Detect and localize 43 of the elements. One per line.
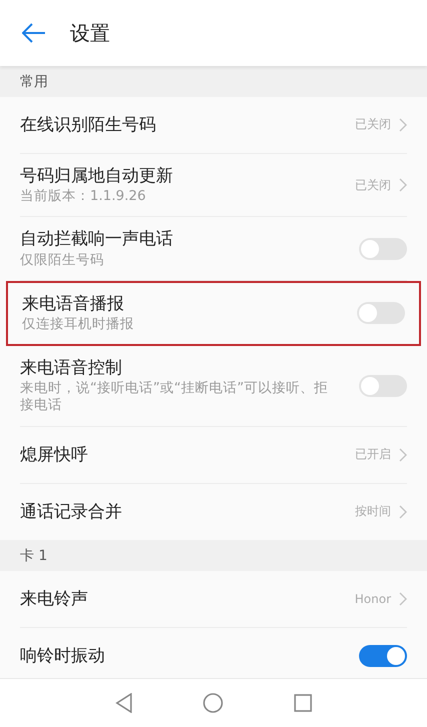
home-icon[interactable] [203,693,224,713]
setting-label: 响铃时振动 [20,644,106,667]
settings-row[interactable]: 来电语音控制 来电时，说“接听电话”或“挂断电话”可以接听、拒接电话 [20,346,407,427]
toggle-switch[interactable] [357,302,405,324]
settings-row[interactable]: 来电铃声 Honor [20,570,407,628]
setting-label: 来电语音播报 [22,293,125,316]
setting-description: 仅连接耳机时播报 [22,316,135,334]
setting-description: 仅限陌生号码 [20,252,105,270]
setting-label: 自动拦截响一声电话 [20,228,174,251]
setting-label: 在线识别陌生号码 [20,114,157,136]
setting-label: 通话记录合并 [20,500,123,523]
chevron-right-icon [399,504,407,519]
recents-icon[interactable] [294,694,312,712]
back-arrow-icon[interactable] [22,23,46,43]
section-title: 卡 1 [20,548,48,564]
toggle-switch[interactable] [359,238,407,260]
section-title: 常用 [20,74,48,90]
setting-value: 按时间 [355,503,391,520]
back-icon[interactable] [115,693,134,713]
setting-label: 熄屏快呼 [20,444,89,466]
setting-value: 已关闭 [355,176,391,194]
chevron-right-icon [399,448,407,462]
settings-row[interactable]: 自动拦截响一声电话 仅限陌生号码 [20,217,407,282]
chevron-right-icon [399,118,407,132]
settings-row[interactable]: 响铃时振动 [20,628,407,678]
toggle-switch[interactable] [359,374,407,397]
setting-value: Honor [354,592,391,606]
setting-description: 当前版本：1.1.9.26 [20,188,147,206]
settings-row[interactable]: 来电语音播报 仅连接耳机时播报 [6,281,421,346]
setting-label: 来电铃声 [20,588,89,610]
settings-row[interactable]: 在线识别陌生号码 已关闭 [20,96,407,154]
setting-label: 号码归属地自动更新 [20,164,174,187]
chevron-right-icon [399,592,407,606]
settings-row[interactable]: 通话记录合并 按时间 [20,484,407,540]
chevron-right-icon [399,178,407,192]
settings-row[interactable]: 熄屏快呼 已开启 [20,426,407,484]
setting-description: 来电时，说“接听电话”或“挂断电话”可以接听、拒接电话 [20,380,329,415]
setting-label: 来电语音控制 [20,356,123,379]
screen-title: 设置 [70,20,110,46]
setting-value: 已开启 [355,446,391,464]
setting-value: 已关闭 [355,116,391,134]
settings-row[interactable]: 号码归属地自动更新 当前版本：1.1.9.26 已关闭 [20,154,407,218]
toggle-switch[interactable] [359,644,407,667]
